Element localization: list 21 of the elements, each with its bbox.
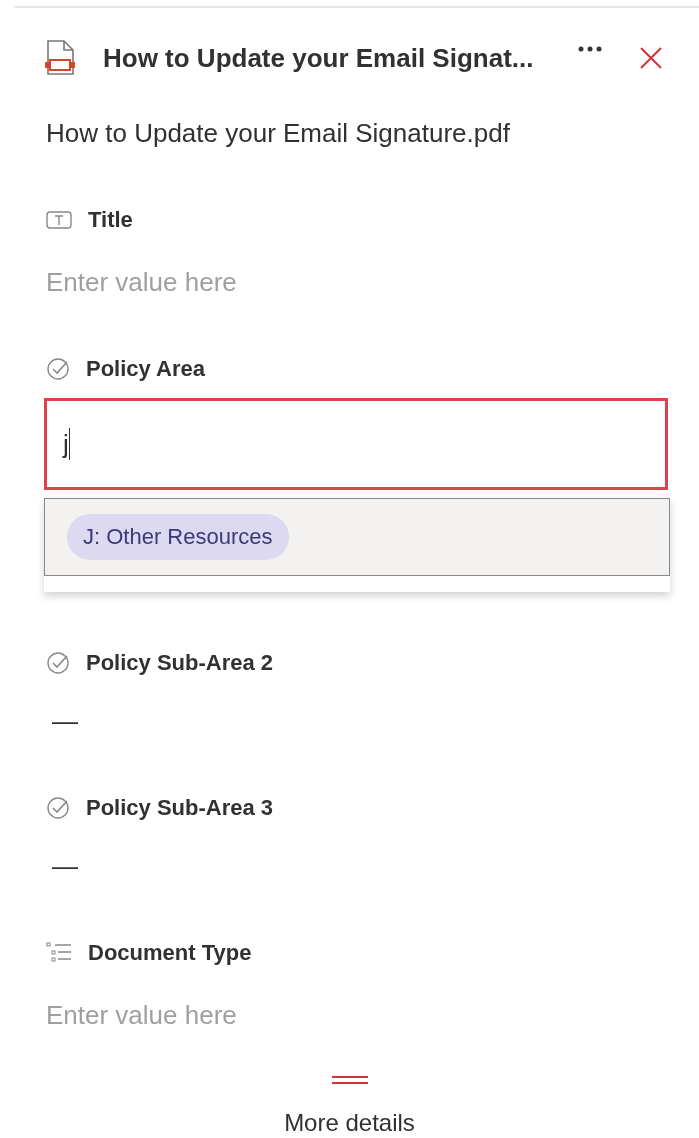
empty-value: — bbox=[51, 706, 79, 737]
text-field-icon bbox=[46, 211, 72, 229]
field-label: Title bbox=[88, 207, 133, 233]
field-label: Policy Sub-Area 3 bbox=[86, 795, 274, 821]
field-label: Policy Sub-Area 2 bbox=[86, 650, 274, 676]
more-options-icon[interactable] bbox=[577, 45, 603, 53]
more-details-link[interactable]: More details bbox=[284, 1109, 415, 1137]
drag-handle-icon[interactable] bbox=[331, 1075, 368, 1085]
check-circle-icon bbox=[46, 357, 70, 381]
field-label: Document Type bbox=[88, 940, 252, 966]
check-circle-icon bbox=[46, 796, 70, 820]
suggestion-chip[interactable]: J: Other Resources bbox=[67, 514, 289, 560]
field-label: Policy Area bbox=[86, 356, 206, 382]
pdf-file-icon bbox=[44, 40, 76, 76]
panel-title: How to Update your Email Signat... bbox=[103, 42, 535, 74]
list-icon bbox=[46, 942, 72, 964]
empty-value: — bbox=[51, 851, 79, 882]
check-circle-icon bbox=[46, 651, 70, 675]
file-name: How to Update your Email Signature.pdf bbox=[45, 118, 511, 149]
input-field[interactable]: j bbox=[44, 398, 668, 490]
close-icon[interactable] bbox=[639, 46, 663, 70]
